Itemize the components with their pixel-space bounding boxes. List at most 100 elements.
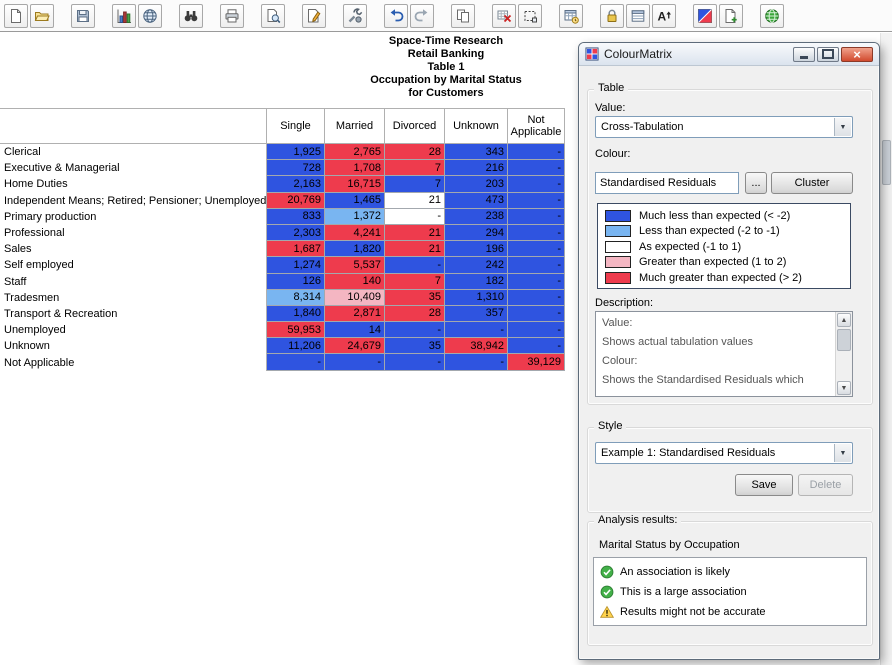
table-cell[interactable]: - [508,193,565,209]
maximize-button[interactable] [817,47,839,62]
main-vertical-scrollbar[interactable] [880,33,892,665]
table-cell[interactable]: 357 [445,306,508,322]
table-cell[interactable]: 20,769 [267,193,325,209]
table-cell[interactable]: 833 [267,209,325,225]
chevron-down-icon[interactable] [834,118,851,136]
table-cell[interactable]: 14 [325,322,385,338]
row-label[interactable]: Clerical [0,144,267,160]
colour-matrix-button[interactable] [693,4,717,28]
table-cell[interactable]: 7 [385,160,445,176]
table-cell[interactable]: 343 [445,144,508,160]
row-label[interactable]: Transport & Recreation [0,306,267,322]
column-header[interactable]: Not Applicable [508,108,565,144]
edit-page-button[interactable] [302,4,326,28]
value-dropdown[interactable]: Cross-Tabulation [595,116,853,138]
column-header[interactable]: Unknown [445,108,508,144]
table-cell[interactable]: 21 [385,193,445,209]
table-cell[interactable]: - [508,176,565,192]
column-header[interactable]: Married [325,108,385,144]
table-cell[interactable]: - [508,322,565,338]
table-cell[interactable]: 7 [385,176,445,192]
row-label[interactable]: Self employed [0,257,267,273]
colour-input[interactable] [595,172,739,194]
table-cell[interactable]: 2,303 [267,225,325,241]
tools-button[interactable] [343,4,367,28]
table-cell[interactable]: 8,314 [267,290,325,306]
close-button[interactable] [841,47,873,62]
scrollbar-thumb[interactable] [837,329,851,351]
row-label[interactable]: Staff [0,274,267,290]
undo-button[interactable] [384,4,408,28]
table-cell[interactable]: 7 [385,274,445,290]
table-cell[interactable]: 1,465 [325,193,385,209]
chevron-down-icon[interactable] [834,444,851,462]
table-cell[interactable]: 242 [445,257,508,273]
table-cell[interactable]: 4,241 [325,225,385,241]
select-region-button[interactable] [518,4,542,28]
new-document-button[interactable] [4,4,28,28]
scrollbar-thumb[interactable] [882,140,891,185]
row-label[interactable]: Independent Means; Retired; Pensioner; U… [0,193,267,209]
table-cell[interactable]: - [508,257,565,273]
row-label[interactable]: Unemployed [0,322,267,338]
delete-button[interactable]: Delete [798,474,853,496]
table-cell[interactable]: 126 [267,274,325,290]
scroll-down-icon[interactable] [837,381,851,395]
row-label[interactable]: Primary production [0,209,267,225]
table-cell[interactable]: - [508,160,565,176]
globe-button[interactable] [138,4,162,28]
minimize-button[interactable] [793,47,815,62]
table-cell[interactable]: 16,715 [325,176,385,192]
table-cell[interactable]: 28 [385,144,445,160]
table-cell[interactable]: 1,274 [267,257,325,273]
dialog-titlebar[interactable]: ColourMatrix [579,43,879,66]
table-cell[interactable]: 216 [445,160,508,176]
print-preview-button[interactable] [261,4,285,28]
find-binoculars-button[interactable] [179,4,203,28]
column-header[interactable]: Single [267,108,325,144]
row-label[interactable]: Unknown [0,338,267,354]
table-rows-button[interactable] [626,4,650,28]
table-cell[interactable]: 182 [445,274,508,290]
table-cell[interactable]: 1,708 [325,160,385,176]
table-cell[interactable]: - [445,322,508,338]
table-cell[interactable]: - [385,322,445,338]
table-cell[interactable]: - [325,354,385,370]
table-cell[interactable]: 39,129 [508,354,565,370]
table-cell[interactable]: 2,163 [267,176,325,192]
column-header[interactable]: Divorced [385,108,445,144]
table-cell[interactable]: - [508,144,565,160]
table-cell[interactable]: 24,679 [325,338,385,354]
cluster-button[interactable]: Cluster [771,172,853,194]
table-cell[interactable]: 1,925 [267,144,325,160]
table-cell[interactable]: - [508,290,565,306]
save-button[interactable] [71,4,95,28]
table-cell[interactable]: 11,206 [267,338,325,354]
table-cell[interactable]: - [385,209,445,225]
row-label[interactable]: Home Duties [0,176,267,192]
redo-button[interactable] [410,4,434,28]
web-button[interactable] [760,4,784,28]
table-cell[interactable]: 59,953 [267,322,325,338]
row-label[interactable]: Professional [0,225,267,241]
table-cell[interactable]: 728 [267,160,325,176]
table-cell[interactable]: - [385,257,445,273]
row-label[interactable]: Executive & Managerial [0,160,267,176]
scroll-up-icon[interactable] [837,313,851,327]
table-cell[interactable]: 5,537 [325,257,385,273]
table-cell[interactable]: 21 [385,241,445,257]
table-cell[interactable]: 35 [385,338,445,354]
table-cell[interactable]: 1,687 [267,241,325,257]
table-cell[interactable]: - [385,354,445,370]
table-cell[interactable]: 10,409 [325,290,385,306]
table-cell[interactable]: - [508,225,565,241]
add-page-button[interactable] [719,4,743,28]
save-button[interactable]: Save [735,474,793,496]
table-cell[interactable]: 203 [445,176,508,192]
font-size-button[interactable]: A [652,4,676,28]
table-cell[interactable]: - [508,241,565,257]
description-scrollbar[interactable] [835,312,852,396]
table-cell[interactable]: 1,840 [267,306,325,322]
copy-button[interactable] [451,4,475,28]
table-cell[interactable]: 2,765 [325,144,385,160]
